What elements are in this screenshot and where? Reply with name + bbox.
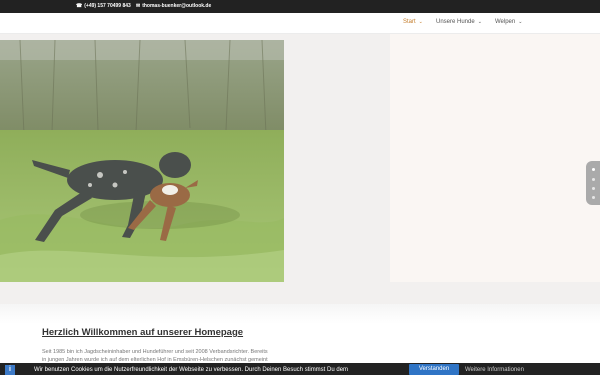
welcome-text: Seit 1985 bin ich Jagdscheininhaber und …	[42, 348, 312, 364]
welcome-title: Herzlich Willkommen auf unserer Homepage	[42, 327, 244, 338]
main-header: Start ⌄ Unsere Hunde ⌄ Welpen ⌄	[0, 13, 600, 34]
hero-photo-dog-with-hare	[0, 40, 284, 282]
slider-pagination	[586, 161, 600, 205]
slider-dot-4[interactable]	[592, 196, 595, 199]
phone-contact[interactable]: ☎ (+49) 157 70499 843	[76, 3, 131, 9]
cookie-banner: i Wir benutzen Cookies um die Nutzerfreu…	[0, 363, 600, 375]
hero-side-panel	[390, 34, 600, 282]
mail-icon: ✉	[136, 3, 141, 9]
slider-dot-1[interactable]	[592, 168, 595, 171]
top-bar: ☎ (+49) 157 70499 843 ✉ thomas-buenker@o…	[0, 0, 600, 13]
accept-cookies-button[interactable]: Verstanden	[409, 364, 459, 375]
nav-item-label: Unsere Hunde	[436, 19, 475, 25]
chevron-down-icon: ⌄	[477, 19, 482, 25]
nav-item-label: Start	[403, 19, 416, 25]
cookie-message: Wir benutzen Cookies um die Nutzerfreund…	[34, 367, 349, 373]
chevron-down-icon: ⌄	[518, 19, 523, 25]
nav-item-label: Welpen	[495, 19, 516, 25]
nav-item-unsere-hunde[interactable]: Unsere Hunde ⌄	[436, 19, 482, 25]
welcome-text-line: Seit 1985 bin ich Jagdscheininhaber und …	[42, 349, 268, 355]
hero-slider	[0, 34, 600, 304]
slider-dot-2[interactable]	[592, 178, 595, 181]
email-address: thomas-buenker@outlook.de	[142, 3, 212, 9]
phone-icon: ☎	[76, 3, 83, 9]
chevron-down-icon: ⌄	[418, 19, 423, 25]
slider-dot-3[interactable]	[592, 187, 595, 190]
info-icon: i	[5, 365, 15, 375]
more-info-link[interactable]: Weitere Informationen	[465, 367, 524, 373]
phone-number: (+49) 157 70499 843	[84, 3, 131, 9]
email-contact[interactable]: ✉ thomas-buenker@outlook.de	[136, 3, 211, 9]
nav-item-start[interactable]: Start ⌄	[403, 19, 423, 25]
nav-item-welpen[interactable]: Welpen ⌄	[495, 19, 522, 25]
